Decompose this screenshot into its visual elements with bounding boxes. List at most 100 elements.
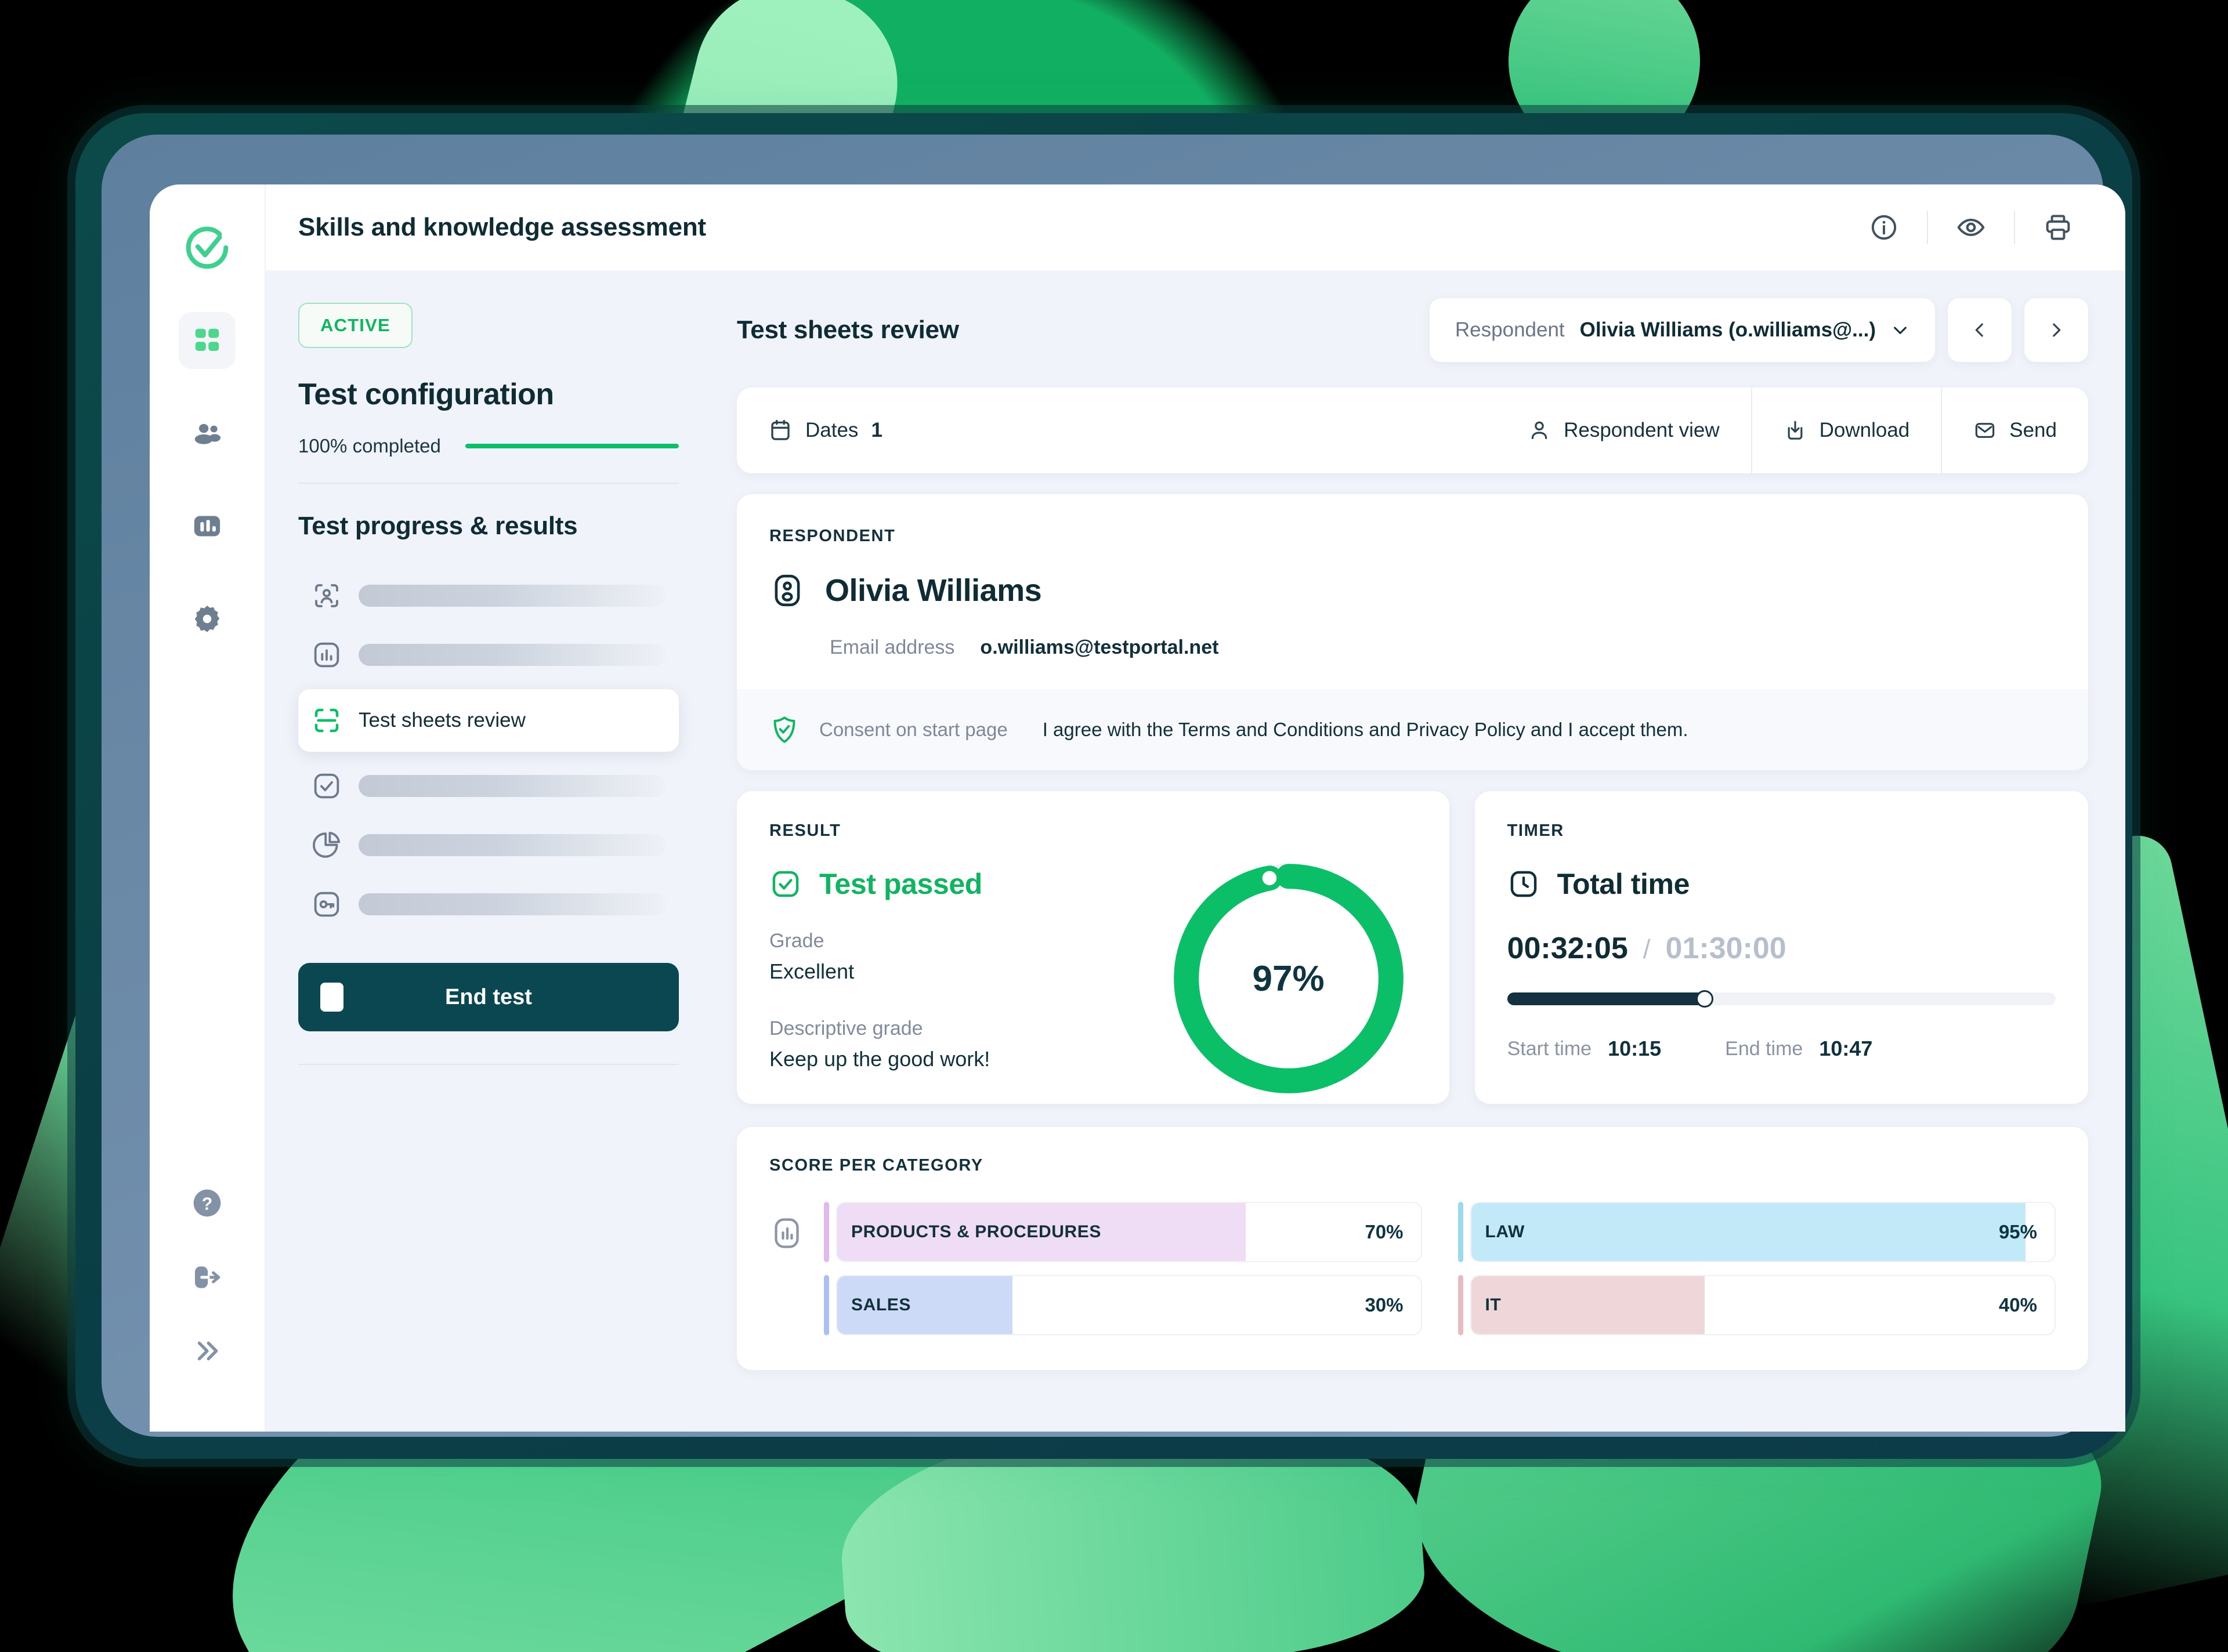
time-values: 00:32:05 / 01:30:00 <box>1507 931 2056 966</box>
header-divider-2 <box>2014 211 2015 244</box>
category-bar-label: SALES <box>851 1295 912 1314</box>
category-bar-label: LAW <box>1485 1222 1525 1241</box>
chevron-down-icon <box>1891 321 1909 339</box>
status-badge: ACTIVE <box>298 303 413 348</box>
start-time-label: Start time <box>1507 1037 1592 1060</box>
respondent-card: RESPONDENT Olivia Williams Email address… <box>737 494 2088 770</box>
consent-text: I agree with the Terms and Conditions an… <box>1042 719 1688 740</box>
score-donut-chart: 97% <box>1164 854 1413 1103</box>
email-value: o.williams@testportal.net <box>980 636 1219 658</box>
info-icon <box>1869 213 1898 242</box>
nav-item-placeholder-5[interactable] <box>298 879 679 929</box>
next-respondent-button[interactable] <box>2024 298 2088 362</box>
dates-count: 1 <box>871 419 882 441</box>
category-bar-value: 40% <box>1998 1294 2037 1316</box>
start-time-value: 10:15 <box>1608 1037 1662 1060</box>
time-separator: / <box>1643 934 1651 964</box>
progress-track <box>465 444 679 448</box>
respondent-section-label: RESPONDENT <box>769 527 896 545</box>
header-actions <box>1851 195 2090 260</box>
sidebar-item-settings[interactable] <box>179 590 236 647</box>
sidebar-item-dashboard[interactable] <box>179 312 236 369</box>
end-test-button[interactable]: End test <box>298 963 679 1031</box>
chevron-right-icon <box>2046 320 2066 340</box>
score-body: PRODUCTS & PROCEDURES 70% LAW 95% SALES 30% IT… <box>769 1202 2056 1335</box>
dates-button[interactable]: Dates 1 <box>768 418 882 443</box>
nav-item-placeholder-0[interactable] <box>298 571 679 621</box>
left-panel: ACTIVE Test configuration 100% completed… <box>266 270 714 1432</box>
divider <box>298 483 679 484</box>
category-bar-value: 95% <box>1998 1221 2037 1242</box>
timer-progress-knob <box>1695 990 1713 1008</box>
section-title: Test sheets review <box>737 316 959 344</box>
respondent-selector[interactable]: Respondent Olivia Williams (o.williams@.… <box>1429 298 1935 362</box>
calendar-icon <box>768 418 793 443</box>
result-section-label: RESULT <box>769 821 841 840</box>
respondent-selector-label: Respondent <box>1455 318 1565 341</box>
timer-times-row: Start time 10:15 End time 10:47 <box>1507 1037 2056 1061</box>
previous-respondent-button[interactable] <box>1948 298 2012 362</box>
end-time-label: End time <box>1725 1037 1803 1060</box>
timer-card: TIMER Total time 00:32:05 / 01:30:00 Sta… <box>1474 791 2088 1104</box>
help-circle-icon: ? <box>191 1187 223 1219</box>
nav-item-placeholder-1[interactable] <box>298 630 679 680</box>
logout-button[interactable] <box>191 1261 223 1294</box>
download-icon <box>1784 419 1807 442</box>
nav-item-skeleton <box>359 775 666 797</box>
category-bar: IT 40% <box>1470 1275 2056 1335</box>
test-configuration-heading: Test configuration <box>298 378 554 411</box>
scan-sheet-icon <box>311 705 342 736</box>
nav-item-label: Test sheets review <box>359 709 526 731</box>
score-percent: 97% <box>1252 958 1325 999</box>
nav-item-skeleton <box>359 893 666 915</box>
send-button[interactable]: Send <box>1942 387 2088 473</box>
nav-item-skeleton <box>359 585 666 607</box>
progress-nav-list: Test sheets review <box>298 571 679 929</box>
key-box-icon <box>311 889 342 920</box>
time-used: 00:32:05 <box>1507 932 1628 965</box>
nav-item-test-sheets-review[interactable]: Test sheets review <box>298 689 679 752</box>
nav-item-placeholder-4[interactable] <box>298 820 679 870</box>
chart-box-icon <box>769 1216 804 1251</box>
progress-fill <box>465 444 679 448</box>
timer-progress-fill <box>1507 992 1705 1005</box>
rail-bottom-items: ? <box>191 1187 223 1367</box>
preview-button[interactable] <box>1938 195 2003 260</box>
print-button[interactable] <box>2026 195 2090 260</box>
nav-item-skeleton <box>359 644 666 666</box>
info-button[interactable] <box>1851 195 1916 260</box>
consent-row: Consent on start page I agree with the T… <box>737 689 2088 770</box>
screenshot-stage: ? Skills and knowledge assessment ACTIVE… <box>0 0 2228 1652</box>
download-button[interactable]: Download <box>1752 387 1941 473</box>
result-card: RESULT Test passed Grade Excellent Descr… <box>737 791 1449 1104</box>
clock-icon <box>1507 868 1540 900</box>
person-icon <box>1528 419 1551 442</box>
respondent-view-button[interactable]: Respondent view <box>1496 387 1751 473</box>
consent-label: Consent on start page <box>819 719 1008 740</box>
score-section-label: SCORE PER CATEGORY <box>769 1156 983 1175</box>
respondents-scan-icon <box>311 580 342 611</box>
time-total: 01:30:00 <box>1665 932 1786 965</box>
respondent-name: Olivia Williams <box>825 573 1042 608</box>
end-time-value: 10:47 <box>1819 1037 1873 1060</box>
respondent-view-label: Respondent view <box>1564 419 1720 441</box>
check-box-icon <box>311 770 342 802</box>
rail-items <box>179 312 236 647</box>
category-bar-label: IT <box>1485 1295 1502 1314</box>
respondent-email-row: Email address o.williams@testportal.net <box>769 636 2056 689</box>
timer-title: Total time <box>1557 868 1690 900</box>
bar-chart-icon <box>191 510 223 542</box>
help-button[interactable]: ? <box>191 1187 223 1219</box>
svg-text:?: ? <box>202 1195 213 1214</box>
category-bar: PRODUCTS & PROCEDURES 70% <box>836 1202 1422 1262</box>
toolbar-right-actions: Respondent view Download Send <box>1496 387 2088 473</box>
nav-item-placeholder-3[interactable] <box>298 761 679 811</box>
category-bar-label: PRODUCTS & PROCEDURES <box>851 1222 1101 1241</box>
expand-sidebar-button[interactable] <box>191 1335 223 1367</box>
stop-square-icon <box>320 983 343 1012</box>
app-header: Skills and knowledge assessment <box>266 184 2125 270</box>
sidebar-item-reports[interactable] <box>179 498 236 555</box>
sidebar-item-respondents[interactable] <box>179 405 236 462</box>
category-bar-row: SALES 30% <box>824 1275 1422 1335</box>
header-divider-1 <box>1927 211 1928 244</box>
